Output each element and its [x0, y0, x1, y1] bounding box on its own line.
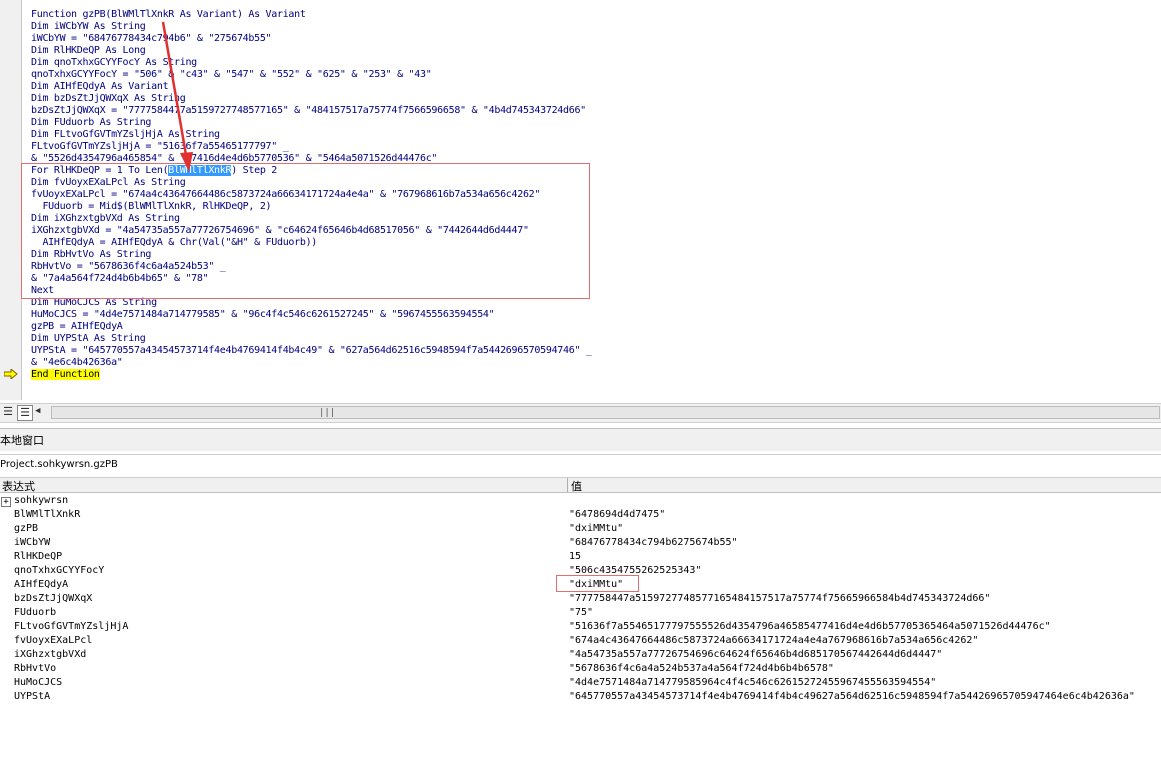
locals-value: 15: [569, 551, 582, 562]
locals-value: "777758447a5159727748577165484157517a757…: [569, 593, 991, 604]
column-divider[interactable]: [567, 478, 568, 492]
locals-row[interactable]: FLtvoGfGVTmYZsljHjA "51636f7a554651777975…: [0, 620, 1161, 634]
annotation-box-value: [556, 575, 639, 592]
locals-value: "68476778434c794b6275674b55": [569, 537, 738, 548]
scroll-thumb[interactable]: |||: [51, 406, 1160, 419]
locals-row[interactable]: RbHvtVo "5678636f4c6a4a524b537a4a564f724d…: [0, 662, 1161, 676]
locals-row[interactable]: fvUoyxEXaLPcl "674a4c43647664486c5873724a…: [0, 634, 1161, 648]
locals-value: "6478694d4d7475": [569, 509, 666, 520]
code-line[interactable]: HuMoCJCS = "4d4e7571484a714779585" & "96…: [31, 309, 592, 321]
procedure-path-bar: Project.sohkywrsn.gzPB: [0, 454, 1161, 478]
code-line[interactable]: Dim qnoTxhxGCYYFocY As String: [31, 57, 592, 69]
header-value[interactable]: 值: [571, 478, 582, 494]
locals-window-titlebar[interactable]: 本地窗口: [0, 428, 1161, 451]
locals-expression: iXGhzxtgbVXd: [14, 649, 87, 660]
code-line[interactable]: Dim FLtvoGfGVTmYZsljHjA As String: [31, 129, 592, 141]
locals-header-row: 表达式 值: [0, 478, 1161, 493]
locals-row[interactable]: + sohkywrsn: [0, 494, 1161, 508]
code-editor[interactable]: Function gzPB(BlWMlTlXnkR As Variant) As…: [0, 0, 1161, 400]
execution-point-arrow-icon: [4, 369, 18, 379]
locals-value: "5678636f4c6a4a524b537a4a564f724d4b6b4b6…: [569, 663, 834, 674]
locals-row[interactable]: iWCbYW "68476778434c794b6275674b55": [0, 536, 1161, 550]
expand-plus-icon[interactable]: +: [1, 497, 11, 507]
code-line[interactable]: Dim bzDsZtJjQWXqX As String: [31, 93, 592, 105]
locals-expression: BlWMlTlXnkR: [14, 509, 81, 520]
locals-expression: RlHKDeQP: [14, 551, 63, 562]
locals-expression: bzDsZtJjQWXqX: [14, 593, 93, 604]
code-line[interactable]: gzPB = AIHfEQdyA: [31, 321, 592, 333]
locals-row[interactable]: bzDsZtJjQWXqX "777758447a5159727748577165…: [0, 592, 1161, 606]
procedure-path: Project.sohkywrsn.gzPB: [0, 459, 118, 470]
annotation-box-loop: [21, 163, 590, 299]
locals-expression: iWCbYW: [14, 537, 51, 548]
locals-value: "75": [569, 607, 594, 618]
locals-expression: UYPStA: [14, 691, 51, 702]
locals-value: "645770557a43454573714f4e4b4769414f4b4c4…: [569, 691, 1135, 702]
code-line[interactable]: bzDsZtJjQWXqX = "7777584477a515972774857…: [31, 105, 592, 117]
locals-window-title: 本地窗口: [0, 434, 44, 447]
locals-row[interactable]: gzPB "dxiMMtu": [0, 522, 1161, 536]
full-module-view-icon[interactable]: ☰: [17, 405, 33, 421]
code-line[interactable]: UYPStA = "645770557a43454573714f4e4b4769…: [31, 345, 592, 357]
scroll-left-icon[interactable]: ◀: [35, 406, 40, 416]
locals-row[interactable]: iXGhzxtgbVXd "4a54735a557a77726754696c646…: [0, 648, 1161, 662]
locals-value: "674a4c43647664486c5873724a66634171724a4…: [569, 635, 979, 646]
code-line[interactable]: Dim FUduorb As String: [31, 117, 592, 129]
locals-value: "4a54735a557a77726754696c64624f65646b4d6…: [569, 649, 943, 660]
locals-row[interactable]: HuMoCJCS "4d4e7571484a714779585964c4f4c54…: [0, 676, 1161, 690]
code-line[interactable]: Dim iWCbYW As String: [31, 21, 592, 33]
margin-indicator-bar[interactable]: [0, 0, 22, 400]
locals-expression: RbHvtVo: [14, 663, 57, 674]
locals-value: "4d4e7571484a714779585964c4f4c546c626152…: [569, 677, 937, 688]
horizontal-scrollbar[interactable]: ☰ ☰ ◀ |||: [0, 403, 1161, 423]
code-line[interactable]: Function gzPB(BlWMlTlXnkR As Variant) As…: [31, 9, 592, 21]
code-line[interactable]: Dim AIHfEQdyA As Variant: [31, 81, 592, 93]
locals-value: "dxiMMtu": [569, 523, 624, 534]
locals-expression: FUduorb: [14, 607, 57, 618]
code-line[interactable]: & "4e6c4b42636a": [31, 357, 592, 369]
code-line[interactable]: FLtvoGfGVTmYZsljHjA = "51636f7a554651777…: [31, 141, 592, 153]
locals-row[interactable]: UYPStA "645770557a43454573714f4e4b4769414…: [0, 690, 1161, 704]
header-expression[interactable]: 表达式: [2, 478, 35, 494]
code-line[interactable]: End Function: [31, 369, 592, 381]
locals-expression: HuMoCJCS: [14, 677, 63, 688]
code-line[interactable]: Dim RlHKDeQP As Long: [31, 45, 592, 57]
code-line[interactable]: Dim UYPStA As String: [31, 333, 592, 345]
current-execution-line[interactable]: End Function: [31, 369, 100, 380]
locals-row[interactable]: FUduorb "75": [0, 606, 1161, 620]
code-line[interactable]: iWCbYW = "68476778434c794b6" & "275674b5…: [31, 33, 592, 45]
locals-value: "51636f7a55465177797555526d4354796a46585…: [569, 621, 1051, 632]
locals-expression: gzPB: [14, 523, 39, 534]
locals-expression: fvUoyxEXaLPcl: [14, 635, 93, 646]
grip-icon: |||: [319, 408, 336, 418]
code-line[interactable]: qnoTxhxGCYYFocY = "506" & "c43" & "547" …: [31, 69, 592, 81]
locals-expression: sohkywrsn: [14, 495, 69, 506]
locals-expression: AIHfEQdyA: [14, 579, 69, 590]
locals-row[interactable]: BlWMlTlXnkR "6478694d4d7475": [0, 508, 1161, 522]
locals-expression: FLtvoGfGVTmYZsljHjA: [14, 621, 129, 632]
locals-list: + sohkywrsn BlWMlTlXnkR "6478694d4d7475" gzP…: [0, 494, 1161, 704]
locals-row[interactable]: RlHKDeQP 15: [0, 550, 1161, 564]
procedure-view-icon[interactable]: ☰: [1, 405, 15, 419]
locals-expression: qnoTxhxGCYYFocY: [14, 565, 105, 576]
